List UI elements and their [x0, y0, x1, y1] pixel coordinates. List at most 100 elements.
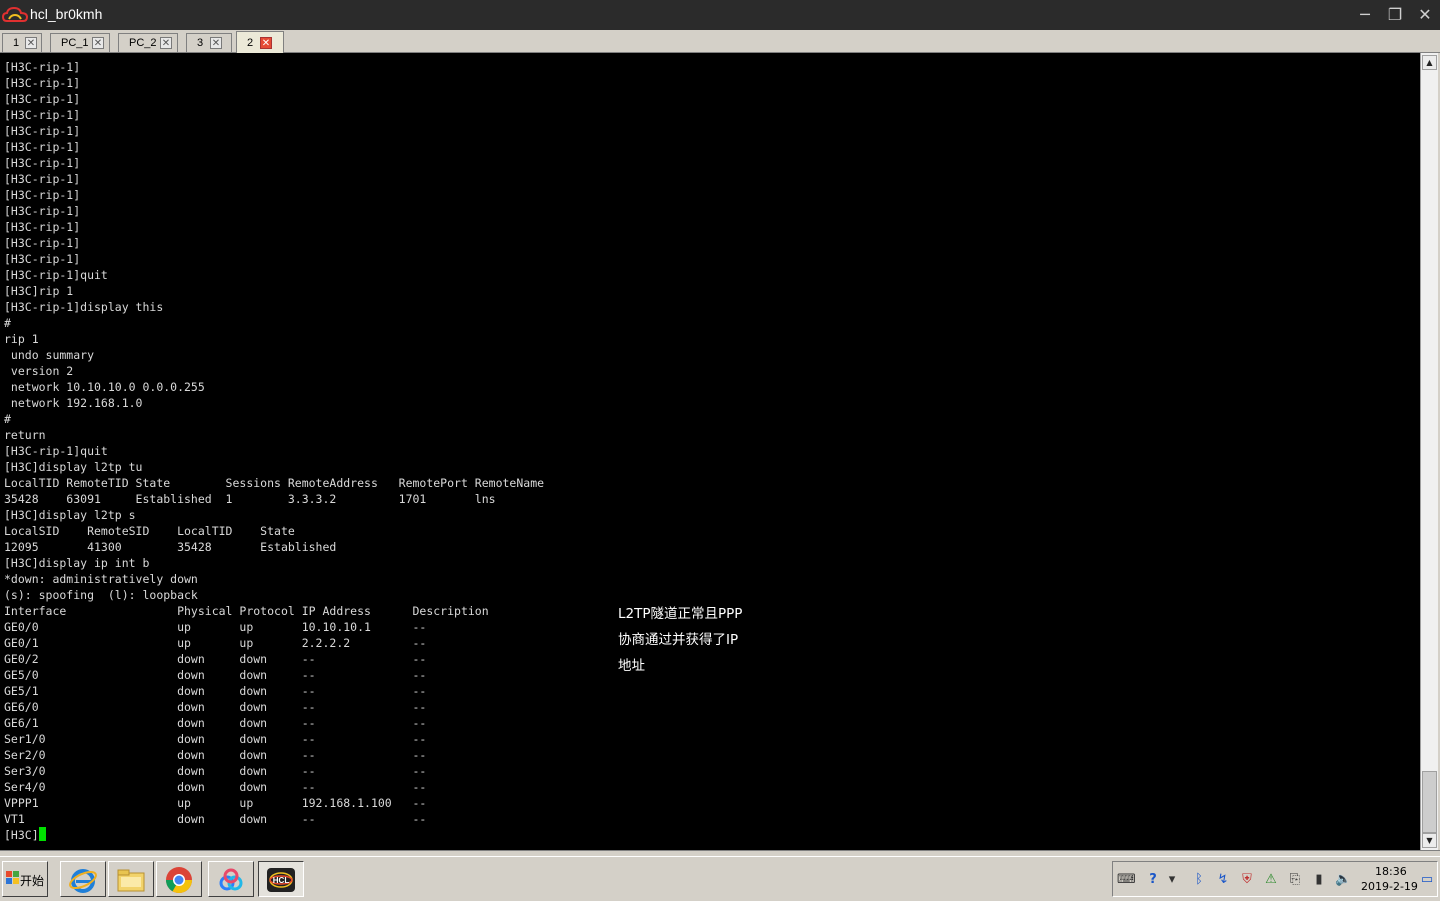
scroll-down-button[interactable]: ▼ [1422, 833, 1437, 848]
terminal-output: [H3C-rip-1] [H3C-rip-1] [H3C-rip-1] [H3C-ri… [4, 59, 544, 843]
terminal-line: Interface Physical Protocol IP Address D… [4, 604, 489, 618]
terminal-line: [H3C-rip-1] [4, 204, 81, 218]
terminal-line: [H3C]display l2tp tu [4, 460, 143, 474]
bluetooth-icon[interactable]: ᛒ [1191, 872, 1207, 888]
signal-icon[interactable]: ▮ [1311, 872, 1327, 888]
taskbar-app-file-explorer[interactable] [108, 861, 154, 897]
terminal-line: VPPP1 up up 192.168.1.100 -- [4, 796, 427, 810]
hcl-icon-label: HCL [273, 876, 290, 885]
terminal-line: *down: administratively down [4, 572, 198, 586]
annotation-text: L2TP隧道正常且PPP 协商通过并获得了IP 地址 [618, 606, 743, 674]
tab-close-icon[interactable]: ✕ [260, 37, 272, 49]
terminal-line: (s): spoofing (l): loopback [4, 588, 198, 602]
tab-close-icon[interactable]: ✕ [92, 37, 104, 49]
terminal-line: network 192.168.1.0 [4, 396, 143, 410]
chrome-icon [165, 867, 193, 894]
title-bar[interactable]: hcl_br0kmh ─ ❐ ✕ [0, 0, 1440, 30]
volume-icon[interactable]: 🔈 [1335, 872, 1351, 888]
terminal-line: [H3C-rip-1] [4, 172, 81, 186]
terminal-line: [H3C-rip-1] [4, 76, 81, 90]
terminal-line: [H3C-rip-1] [4, 92, 81, 106]
terminal-line: [H3C-rip-1] [4, 236, 81, 250]
internet-explorer-icon [69, 869, 97, 893]
taskbar-app-internet-explorer[interactable] [60, 861, 106, 897]
terminal-line: version 2 [4, 364, 74, 378]
restore-button[interactable]: ❐ [1380, 0, 1410, 30]
terminal-line: [H3C-rip-1] [4, 220, 81, 234]
terminal-line: [H3C]display ip int b [4, 556, 150, 570]
clock-time[interactable]: 18:36 [1375, 865, 1407, 878]
terminal-line: 12095 41300 35428 Established [4, 540, 337, 554]
usb-icon[interactable]: ⎘ [1287, 872, 1303, 888]
start-button[interactable]: 开始 [2, 861, 48, 897]
terminal-line: # [4, 316, 11, 330]
network-status-icon[interactable]: ⚠ [1263, 872, 1279, 888]
hcl-icon: HCL [267, 868, 295, 892]
terminal-line: [H3C-rip-1] [4, 124, 81, 138]
restore-icon: ❐ [1387, 5, 1403, 24]
windows-logo-icon [6, 871, 19, 884]
clock-date[interactable]: 2019-2-19 [1361, 880, 1418, 893]
terminal-line: [H3C-rip-1] [4, 140, 81, 154]
terminal-prompt: [H3C] [4, 828, 39, 842]
taskbar-app-hcl[interactable]: HCL [258, 861, 304, 897]
tab-label: PC_1 [61, 37, 89, 49]
tab-pc-2[interactable]: PC_2 ✕ [118, 33, 178, 52]
terminal-line: [H3C-rip-1] [4, 188, 81, 202]
terminal-scrollbar[interactable]: ▲ ▼ [1420, 53, 1438, 850]
terminal-line: GE6/1 down down -- -- [4, 716, 427, 730]
terminal-line: GE5/1 down down -- -- [4, 684, 427, 698]
terminal-prompt-line[interactable]: [H3C] [4, 827, 544, 843]
terminal-line: GE5/0 down down -- -- [4, 668, 427, 682]
help-icon[interactable]: ? [1145, 872, 1161, 888]
show-desktop-icon[interactable]: ▭ [1419, 872, 1435, 888]
terminal-line: [H3C]display l2tp s [4, 508, 136, 522]
terminal-line: [H3C-rip-1]display this [4, 300, 164, 314]
sync-icon[interactable]: ↯ [1215, 872, 1231, 888]
tab-close-icon[interactable]: ✕ [160, 37, 172, 49]
terminal-line: LocalTID RemoteTID State Sessions Remote… [4, 476, 545, 490]
tab-3[interactable]: 3 ✕ [186, 33, 232, 52]
cloud-logo-icon [2, 6, 28, 22]
minimize-button[interactable]: ─ [1350, 0, 1380, 30]
terminal-line: [H3C]rip 1 [4, 284, 74, 298]
tab-2[interactable]: 2 ✕ [236, 31, 284, 53]
terminal-console[interactable]: [H3C-rip-1] [H3C-rip-1] [H3C-rip-1] [H3C-ri… [0, 53, 1420, 850]
baidu-netdisk-icon [219, 868, 243, 891]
taskbar-app-chrome[interactable] [156, 861, 202, 897]
terminal-line: Ser1/0 down down -- -- [4, 732, 427, 746]
terminal-line: rip 1 [4, 332, 39, 346]
terminal-cursor [38, 827, 46, 841]
terminal-line: GE6/0 down down -- -- [4, 700, 427, 714]
minimize-icon: ─ [1360, 5, 1370, 24]
tab-1[interactable]: 1 ✕ [2, 33, 42, 52]
terminal-line: VT1 down down -- -- [4, 812, 427, 826]
terminal-line: network 10.10.10.0 0.0.0.255 [4, 380, 205, 394]
terminal-line: 35428 63091 Established 1 3.3.3.2 1701 l… [4, 492, 496, 506]
window-title: hcl_br0kmh [30, 6, 103, 22]
file-explorer-icon [117, 869, 145, 892]
terminal-line: Ser4/0 down down -- -- [4, 780, 427, 794]
keyboard-icon[interactable]: ⌨ [1117, 872, 1136, 888]
terminal-line: [H3C-rip-1]quit [4, 268, 108, 282]
close-button[interactable]: ✕ [1410, 0, 1440, 30]
terminal-line: [H3C-rip-1] [4, 60, 81, 74]
terminal-line: Ser2/0 down down -- -- [4, 748, 427, 762]
scroll-thumb[interactable] [1422, 771, 1437, 833]
tab-pc-1[interactable]: PC_1 ✕ [50, 33, 110, 52]
terminal-line: Ser3/0 down down -- -- [4, 764, 427, 778]
tab-close-icon[interactable]: ✕ [210, 37, 222, 49]
terminal-line: [H3C-rip-1] [4, 156, 81, 170]
start-label: 开始 [20, 874, 45, 888]
tab-close-icon[interactable]: ✕ [25, 37, 37, 49]
terminal-line: undo summary [4, 348, 95, 362]
tray-arrow-icon[interactable]: ▾ [1167, 872, 1177, 888]
terminal-line: [H3C-rip-1] [4, 108, 81, 122]
taskbar-app-baidu-netdisk[interactable] [208, 861, 254, 897]
session-tab-bar: 1 ✕ PC_1 ✕ PC_2 ✕ 3 ✕ 2 ✕ [0, 30, 1440, 53]
security-icon[interactable]: ⛨ [1239, 872, 1255, 888]
tab-label: 1 [13, 37, 20, 49]
scroll-up-button[interactable]: ▲ [1422, 55, 1437, 70]
system-tray: ⌨ ? ▾ ᛒ ↯ ⛨ ⚠ ⎘ ▮ 🔈 18:36 2019-2-19 ▭ [1112, 861, 1438, 897]
close-icon: ✕ [1418, 5, 1432, 24]
